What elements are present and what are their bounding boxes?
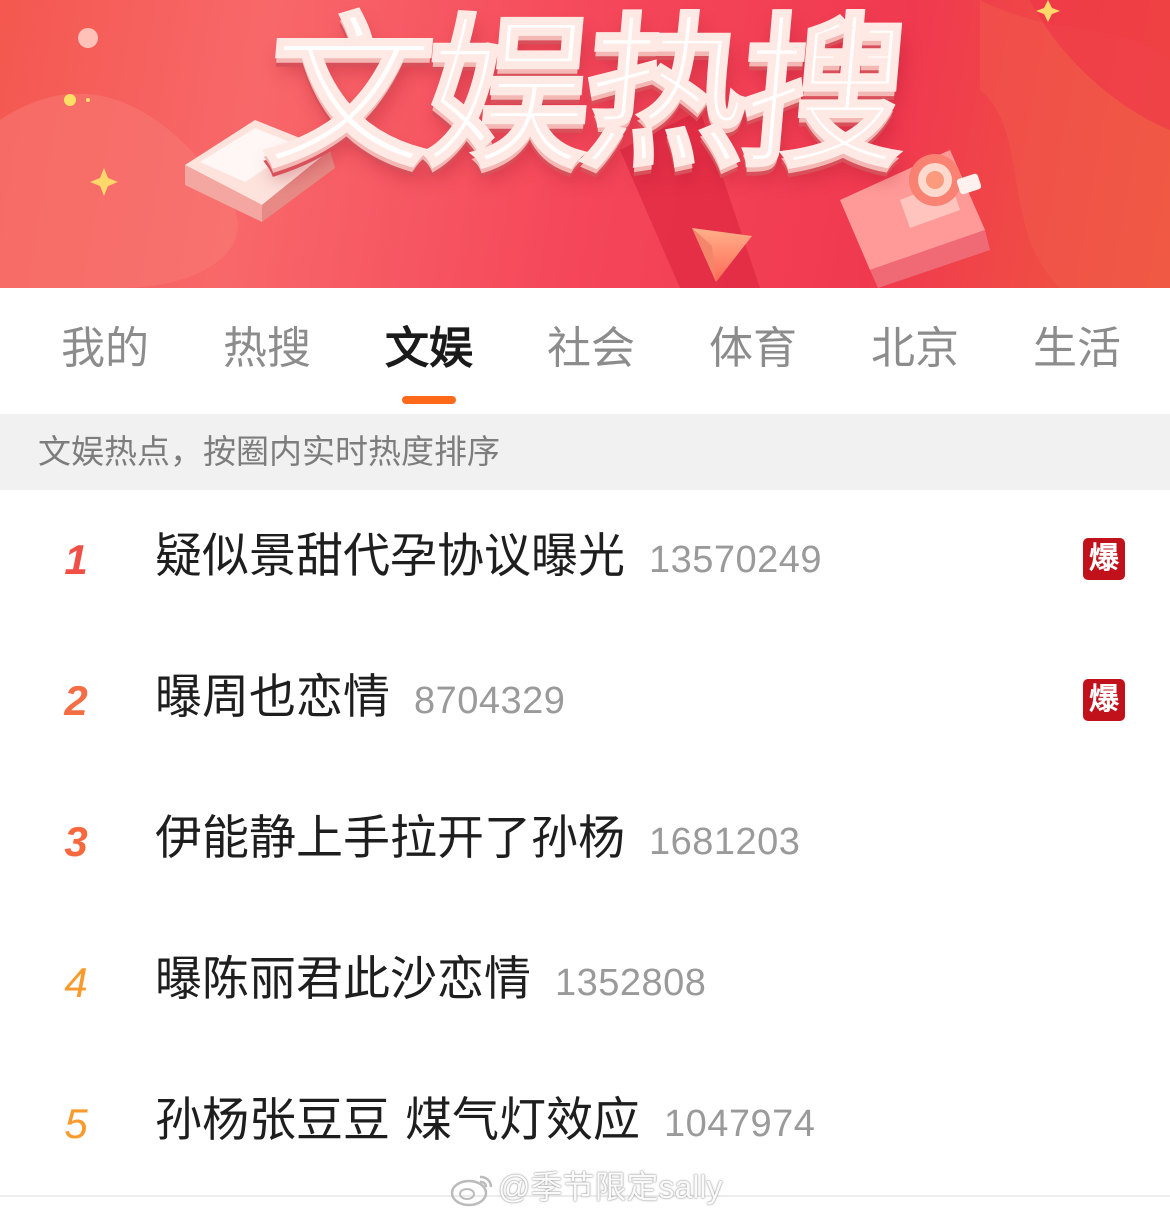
ranking-description-bar: 文娱热点，按圈内实时热度排序: [0, 414, 1170, 490]
topic-title-line: 曝陈丽君此沙恋情 1352808: [155, 949, 706, 1014]
weibo-logo-icon: [450, 1175, 493, 1206]
tab-beijing[interactable]: 北京: [845, 318, 985, 380]
list-item[interactable]: 3 伊能静上手拉开了孙杨 1681203: [0, 772, 1170, 915]
rank-number: 4: [64, 959, 88, 1006]
topic-title: 曝陈丽君此沙恋情: [155, 952, 531, 1007]
topic-title: 疑似景甜代孕协议曝光: [155, 529, 625, 584]
hot-search-banner: 文娱热搜: [0, 0, 1170, 288]
tab-mine[interactable]: 我的: [35, 318, 175, 380]
topic-title: 曝周也恋情: [155, 670, 390, 725]
category-tabs: 我的 热搜 文娱 社会 体育 北京 生活: [0, 288, 1170, 414]
topic-title-line: 伊能静上手拉开了孙杨 1681203: [155, 808, 800, 873]
explosive-badge-icon: 爆: [1083, 538, 1125, 580]
topic-title-line: 疑似景甜代孕协议曝光 13570249: [155, 526, 822, 591]
rank-number: 2: [64, 677, 88, 724]
tab-sports[interactable]: 体育: [683, 318, 823, 380]
tab-life[interactable]: 生活: [1007, 318, 1147, 380]
list-item[interactable]: 2 曝周也恋情 8704329 爆: [0, 631, 1170, 774]
banner-title: 文娱热搜: [258, 0, 910, 192]
heat-count: 8704329: [414, 680, 566, 722]
ranking-description: 文娱热点，按圈内实时热度排序: [38, 432, 500, 471]
rank-number: 1: [64, 536, 88, 583]
heat-count: 1047974: [663, 1103, 816, 1145]
watermark-text: @季节限定sally: [498, 1169, 723, 1205]
active-tab-indicator: [402, 396, 456, 404]
tab-hot-search[interactable]: 热搜: [197, 318, 337, 380]
tab-entertainment[interactable]: 文娱: [359, 318, 499, 380]
topic-title-line: 孙杨张豆豆 煤气灯效应 1047974: [155, 1090, 815, 1155]
weibo-watermark: @季节限定sally: [450, 1162, 723, 1208]
rank-number: 3: [64, 818, 88, 865]
topic-title: 孙杨张豆豆 煤气灯效应: [155, 1093, 640, 1148]
rank-number: 5: [64, 1100, 88, 1147]
list-item[interactable]: 1 疑似景甜代孕协议曝光 13570249 爆: [0, 490, 1170, 633]
heat-count: 13570249: [649, 539, 823, 581]
heat-count: 1681203: [649, 821, 801, 863]
heat-count: 1352808: [555, 962, 707, 1004]
list-item[interactable]: 4 曝陈丽君此沙恋情 1352808: [0, 913, 1170, 1056]
topic-title-line: 曝周也恋情 8704329: [155, 667, 565, 732]
tab-society[interactable]: 社会: [521, 318, 661, 380]
explosive-badge-icon: 爆: [1083, 679, 1125, 721]
topic-title: 伊能静上手拉开了孙杨: [155, 811, 625, 866]
